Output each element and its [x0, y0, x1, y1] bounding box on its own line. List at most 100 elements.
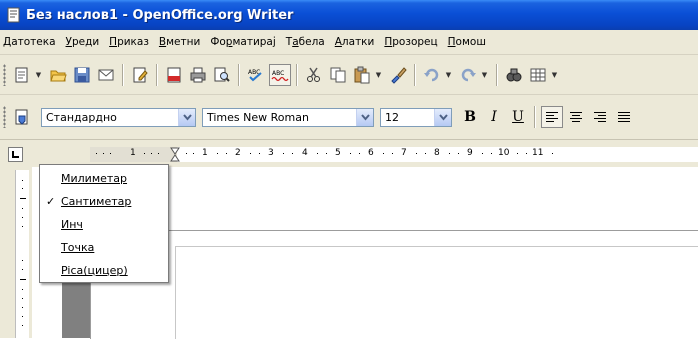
navigator-icon[interactable]: [503, 64, 525, 86]
redo-icon[interactable]: [457, 64, 479, 86]
ruler-mark: [20, 198, 26, 199]
page-preview-icon[interactable]: [211, 64, 233, 86]
toolbar-separator: [496, 63, 498, 86]
page-text-boundary[interactable]: [175, 246, 698, 339]
italic-button[interactable]: I: [483, 106, 505, 128]
copy-icon[interactable]: [327, 64, 349, 86]
ruler-label: 8: [434, 148, 440, 158]
menu-window[interactable]: Прозорец: [379, 36, 442, 48]
menu-item-centimeter[interactable]: ✓ Сантиметар: [40, 190, 168, 213]
underline-button[interactable]: U: [507, 106, 529, 128]
menu-help[interactable]: Помош: [443, 36, 491, 48]
menu-item-point[interactable]: Точка: [40, 236, 168, 259]
ruler-dot: [416, 153, 417, 154]
align-justify-icon[interactable]: [613, 106, 635, 128]
menu-tools-rest: латки: [341, 36, 375, 48]
menu-table[interactable]: Табела: [281, 36, 330, 48]
spellcheck-icon[interactable]: ABC: [245, 64, 267, 86]
ruler-label: 1: [130, 148, 136, 158]
ruler-dot: [292, 153, 293, 154]
menu-item-label: Инч: [61, 218, 83, 231]
ruler-dot: [22, 325, 23, 326]
format-paintbrush-icon[interactable]: [387, 64, 409, 86]
ruler-label: 11: [532, 148, 544, 158]
menu-edit-rest: реди: [71, 36, 100, 48]
ruler-dot: [449, 153, 450, 154]
indent-marker[interactable]: [170, 147, 180, 162]
undo-icon[interactable]: [421, 64, 443, 86]
ruler-dot: [22, 307, 23, 308]
email-icon[interactable]: [95, 64, 117, 86]
window-title-bar[interactable]: Без наслов1 - OpenOffice.org Writer: [0, 0, 698, 30]
toolbar-grip[interactable]: [3, 63, 6, 86]
checkmark-icon: ✓: [46, 195, 56, 208]
toolbar-separator: [534, 106, 536, 128]
toolbar-grip[interactable]: [3, 106, 6, 128]
ruler-dot: [22, 217, 23, 218]
table-dropdown-arrow[interactable]: ▼: [550, 64, 559, 86]
menu-bar: Датотека Уреди Приказ Вметни Форматирај …: [0, 30, 698, 55]
ruler-label: 1: [202, 148, 208, 158]
ruler-dot: [359, 153, 360, 154]
font-size-select[interactable]: 12: [380, 107, 452, 127]
ruler-dot: [193, 153, 194, 154]
font-size-value: 12: [385, 110, 399, 124]
ruler-dot: [392, 153, 393, 154]
formatting-toolbar: Стандардно Times New Roman 12 B I U: [0, 95, 698, 140]
toolbar-separator: [296, 63, 298, 86]
save-icon[interactable]: [71, 64, 93, 86]
writer-app-icon[interactable]: [6, 7, 22, 23]
menu-insert[interactable]: Вметни: [154, 36, 205, 48]
export-pdf-icon[interactable]: [163, 64, 185, 86]
ruler-dot: [226, 153, 227, 154]
ruler-dot: [151, 153, 152, 154]
print-icon[interactable]: [187, 64, 209, 86]
svg-text:ABC: ABC: [272, 70, 284, 77]
bold-button[interactable]: B: [459, 106, 481, 128]
ruler-dot: [22, 208, 23, 209]
align-center-icon[interactable]: [565, 106, 587, 128]
ruler-dot: [22, 269, 23, 270]
font-name-select[interactable]: Times New Roman: [202, 107, 374, 127]
ruler-dot: [96, 153, 97, 154]
edit-file-icon[interactable]: [129, 64, 151, 86]
chevron-down-icon[interactable]: [434, 108, 451, 126]
redo-dropdown-arrow[interactable]: ▼: [480, 64, 489, 86]
ruler-dot: [22, 316, 23, 317]
menu-file[interactable]: Датотека: [0, 36, 61, 48]
ruler-label: 2: [235, 148, 241, 158]
paragraph-style-select[interactable]: Стандардно: [41, 107, 196, 127]
paste-icon[interactable]: [351, 64, 373, 86]
chevron-down-icon[interactable]: [356, 108, 373, 126]
horizontal-ruler[interactable]: 1 1 2 3 4 5 6 7 8 9 10 11: [32, 145, 698, 164]
open-folder-icon[interactable]: [47, 64, 69, 86]
menu-table-rest: бела: [298, 36, 325, 48]
menu-edit[interactable]: Уреди: [61, 36, 105, 48]
tab-stop-selector[interactable]: [8, 147, 23, 162]
menu-item-label: Милиметар: [61, 172, 128, 185]
menu-tools[interactable]: Алатки: [330, 36, 380, 48]
ruler-label: 6: [368, 148, 374, 158]
align-right-icon[interactable]: [589, 106, 611, 128]
autospellcheck-icon[interactable]: ABC: [269, 63, 291, 86]
paste-dropdown-arrow[interactable]: ▼: [374, 64, 383, 86]
menu-format[interactable]: Форматирај: [205, 36, 280, 48]
cut-icon[interactable]: [303, 64, 325, 86]
chevron-down-icon[interactable]: [178, 108, 195, 126]
styles-formatting-icon[interactable]: [11, 106, 33, 128]
ruler-dot: [259, 153, 260, 154]
new-dropdown-arrow[interactable]: ▼: [34, 64, 43, 86]
ruler-dot: [491, 153, 492, 154]
ruler-label: 7: [401, 148, 407, 158]
vertical-ruler[interactable]: [15, 170, 29, 338]
menu-item-pica[interactable]: Pica(цицер): [40, 259, 168, 282]
new-document-icon[interactable]: [11, 64, 33, 86]
undo-dropdown-arrow[interactable]: ▼: [444, 64, 453, 86]
ruler-dot: [326, 153, 327, 154]
menu-item-millimeter[interactable]: Милиметар: [40, 167, 168, 190]
ruler-label: 3: [268, 148, 274, 158]
menu-item-inch[interactable]: Инч: [40, 213, 168, 236]
table-icon[interactable]: [527, 64, 549, 86]
align-left-icon[interactable]: [541, 106, 563, 128]
menu-view[interactable]: Приказ: [104, 36, 154, 48]
